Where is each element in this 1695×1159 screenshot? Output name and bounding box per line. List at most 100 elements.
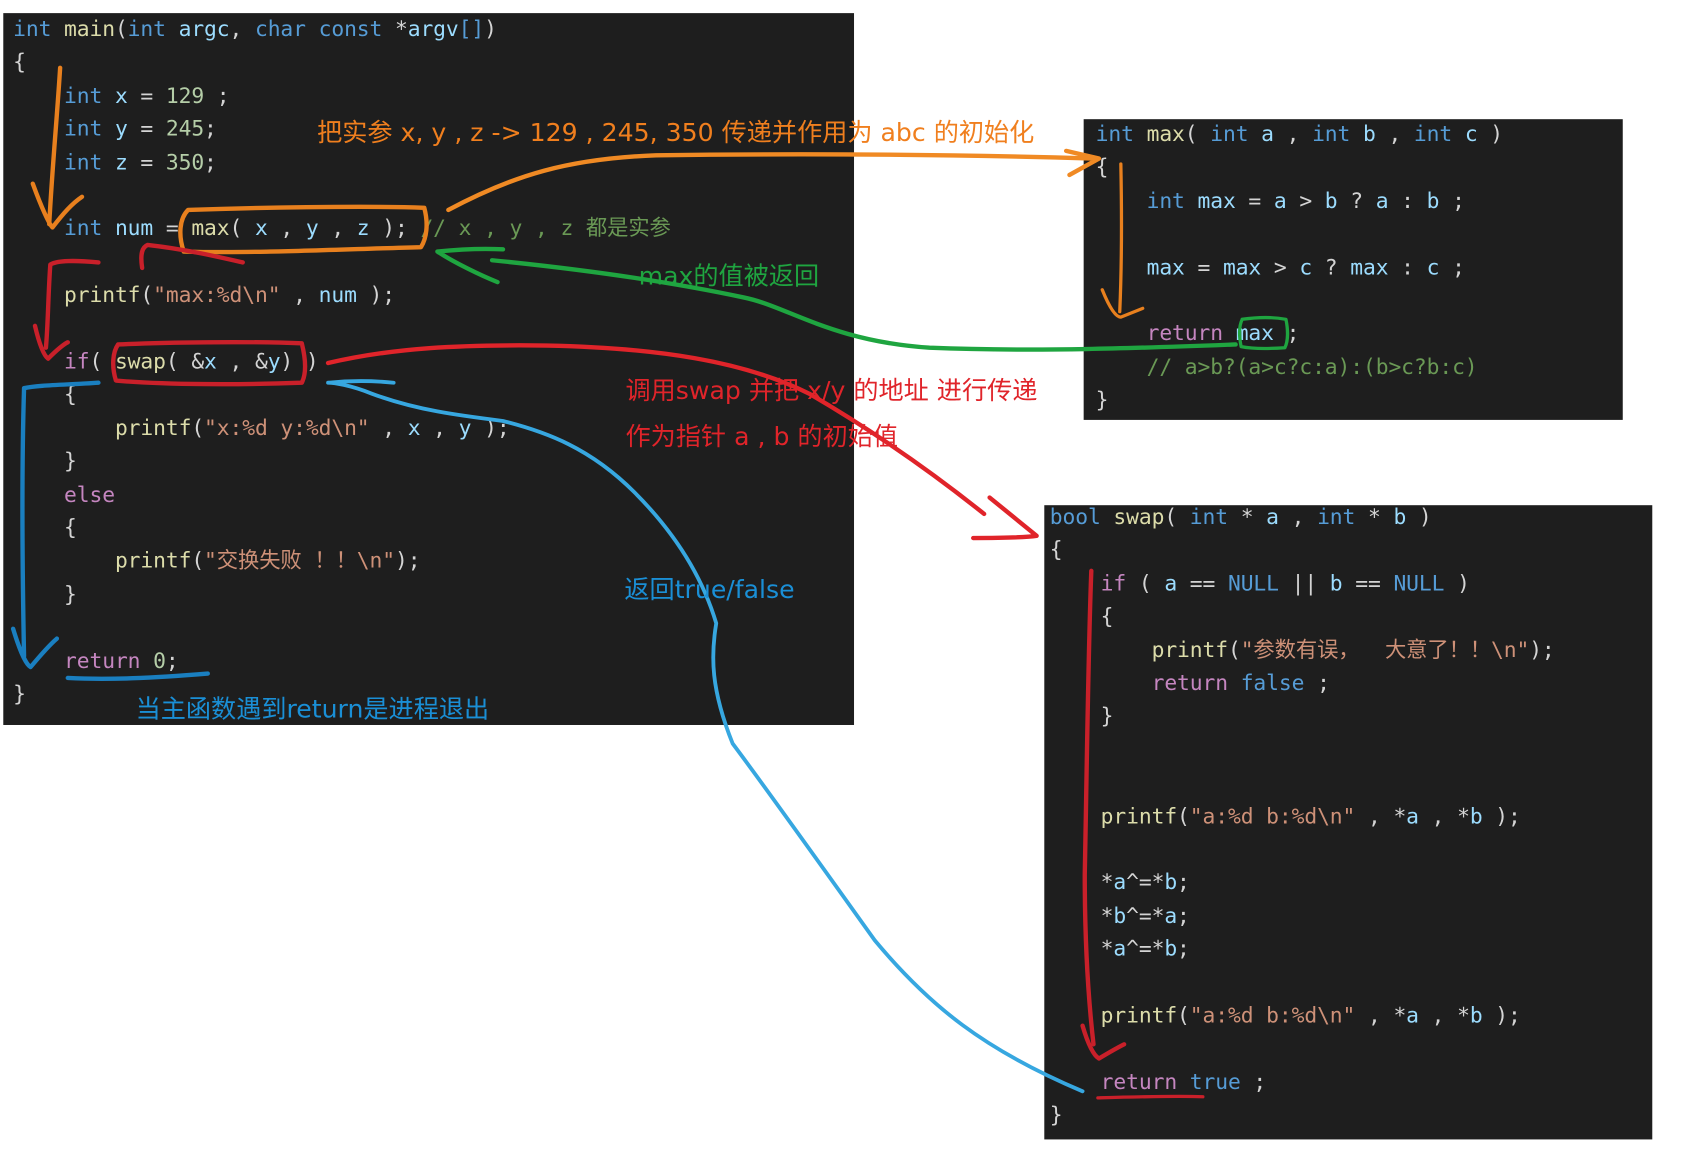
code-token: , xyxy=(229,16,255,42)
code-token: * xyxy=(1227,504,1267,530)
swap-code-line: *b^=*a; xyxy=(1050,900,1190,933)
code-token: , xyxy=(420,415,459,441)
code-token: true xyxy=(1189,1069,1241,1095)
code-token: ^=* xyxy=(1126,903,1165,929)
code-token: ; xyxy=(1273,320,1300,346)
code-token: max xyxy=(1222,254,1262,280)
code-token: return xyxy=(1146,320,1223,346)
code-token: ; xyxy=(204,149,217,175)
code-token: argv xyxy=(407,16,459,42)
code-token: int xyxy=(64,215,103,241)
code-token: ; xyxy=(1439,187,1465,214)
code-token: NULL xyxy=(1227,570,1279,596)
code-token: bool xyxy=(1049,504,1101,530)
code-token: [] xyxy=(458,16,485,42)
code-token: 129 xyxy=(165,82,205,109)
swap-code-line: *a^=*b; xyxy=(1050,866,1190,899)
code-token: ); xyxy=(356,282,396,308)
code-token: ; xyxy=(1177,869,1190,895)
code-token: "参数有误， 大意了！！\n" xyxy=(1240,637,1530,663)
code-token: , * xyxy=(1355,1002,1407,1028)
code-token: , xyxy=(1273,121,1313,147)
note-max-returned: max的值被返回 xyxy=(638,262,820,291)
code-token: , xyxy=(318,215,357,241)
code-token: { xyxy=(1095,154,1109,180)
code-token: b xyxy=(1329,570,1343,596)
code-token: , * xyxy=(1355,803,1407,829)
note-pass-arguments: 把实参 x, y , z -> 129 , 245, 350 传递并作用为 ab… xyxy=(317,119,1035,148)
code-token: > xyxy=(1261,254,1300,280)
code-token: , xyxy=(369,415,408,441)
code-token: = xyxy=(127,82,166,109)
code-token: = xyxy=(1235,187,1274,214)
code-token: z xyxy=(114,149,128,175)
code-token: int xyxy=(64,82,103,109)
swap-code-line: printf("a:%d b:%d\n" , *a , *b ); xyxy=(1050,800,1521,833)
code-token: b xyxy=(1469,1002,1483,1028)
code-token: x xyxy=(254,215,268,241)
code-token: ( xyxy=(191,415,205,441)
code-token: printf xyxy=(114,415,192,441)
code-token: b xyxy=(1164,869,1178,895)
code-token: int xyxy=(1095,121,1134,147)
code-token: x xyxy=(204,348,217,374)
swap-code-line: if ( a == NULL || b == NULL ) xyxy=(1050,567,1470,600)
code-token: a xyxy=(1261,121,1274,147)
code-token: * xyxy=(1049,903,1114,929)
main-code-line: int num = max( x , y , z ); // x , y , z… xyxy=(13,213,671,246)
main-code-line: int z = 350; xyxy=(13,146,217,179)
code-token: int xyxy=(64,149,103,175)
code-token: int xyxy=(1189,504,1228,530)
code-token: y xyxy=(114,116,128,142)
note-swap-call-2: 作为指针 a , b 的初始值 xyxy=(625,423,899,452)
code-token: 245 xyxy=(165,116,205,142)
code-token: } xyxy=(1049,1102,1063,1128)
code-token: ( xyxy=(1126,570,1165,596)
code-token: ( & xyxy=(165,348,205,374)
code-token: , xyxy=(1278,504,1318,530)
code-token: 350 xyxy=(165,149,205,175)
code-token: num xyxy=(318,282,357,308)
code-token: ( xyxy=(140,282,154,308)
main-code-line: { xyxy=(13,512,77,545)
code-token: int xyxy=(1312,121,1351,147)
code-token: * xyxy=(1355,504,1394,530)
note-main-return: 当主函数遇到return是进程退出 xyxy=(135,695,490,724)
code-token: ); xyxy=(394,548,421,574)
code-token: "max:%d\n" xyxy=(153,282,281,308)
main-code-line: printf("x:%d y:%d\n" , x , y ); xyxy=(13,412,510,445)
main-code-line: printf("交换失败 ！！\n"); xyxy=(13,545,421,578)
code-token: a xyxy=(1406,803,1419,829)
code-token: = xyxy=(127,149,166,175)
code-token: ) xyxy=(1406,504,1432,530)
code-token: { xyxy=(13,382,77,408)
code-token: b xyxy=(1113,903,1127,929)
code-token: , * xyxy=(1418,803,1470,829)
code-token: { xyxy=(13,49,26,75)
code-token: ; xyxy=(204,116,217,142)
code-token: a xyxy=(1375,187,1389,214)
code-token: ; xyxy=(1177,903,1190,929)
code-token: ? xyxy=(1337,187,1376,214)
swap-code-line: } xyxy=(1050,700,1114,733)
code-token: return xyxy=(1100,1069,1178,1095)
code-token: swap xyxy=(1113,504,1165,530)
code-token: printf xyxy=(1100,1002,1178,1028)
swap-code-line: return false ; xyxy=(1050,667,1330,700)
